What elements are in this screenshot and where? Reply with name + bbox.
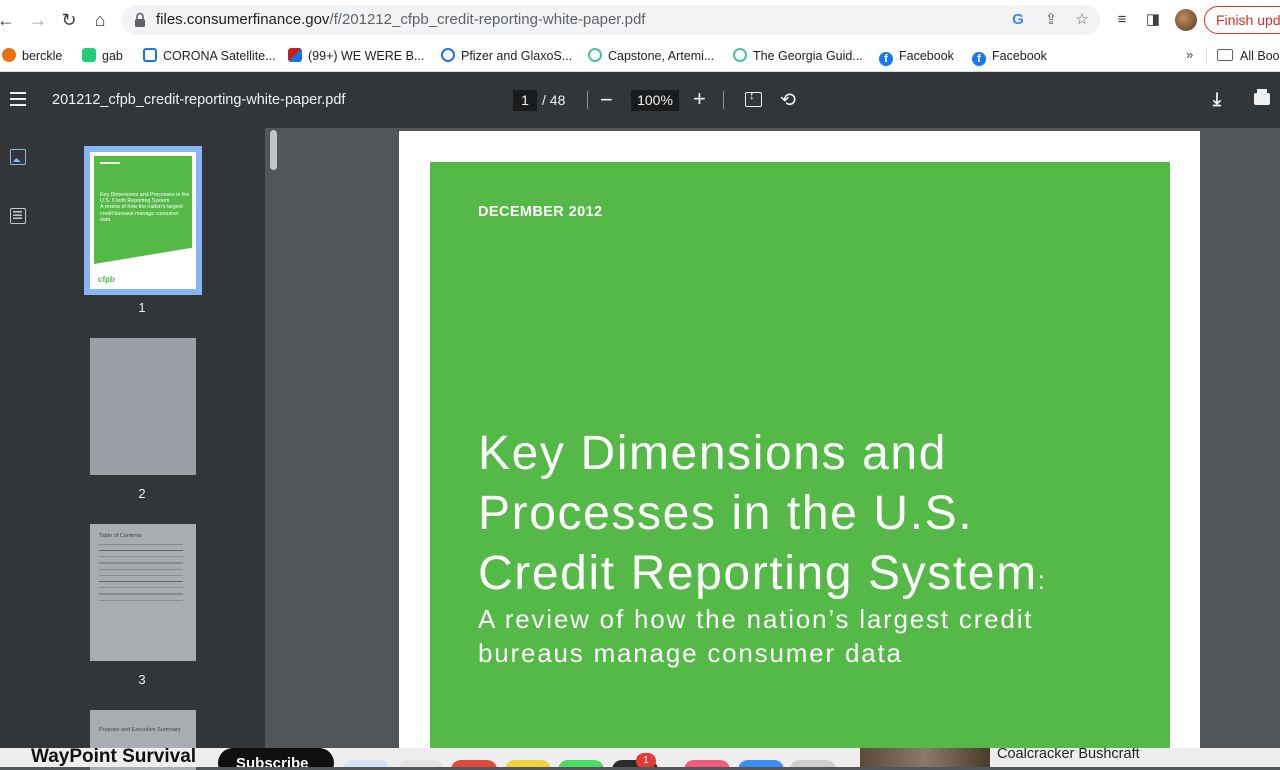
toolbar-divider xyxy=(723,91,724,109)
fit-to-page-icon[interactable] xyxy=(745,90,762,107)
thumbnail-toc-lines xyxy=(99,544,183,604)
page-thumbnail-2[interactable] xyxy=(90,338,196,475)
bookmark-we-were[interactable]: (99+) WE WERE B... xyxy=(288,47,424,65)
star-icon[interactable]: ☆ xyxy=(1072,10,1092,30)
side-panel-icon[interactable]: ◨ xyxy=(1143,10,1163,30)
bookmark-berckle[interactable]: berckle xyxy=(2,47,62,65)
bookmark-facebook-2[interactable]: f Facebook xyxy=(972,47,1047,66)
cover-subtitle-line: A review of how the nation’s largest cre… xyxy=(478,604,1034,634)
corona-icon xyxy=(143,48,157,62)
home-icon[interactable]: ⌂ xyxy=(88,8,112,32)
video-thumbnail[interactable] xyxy=(860,748,990,767)
zoom-input[interactable]: 100% xyxy=(631,90,679,111)
reading-list-icon[interactable]: ≡ xyxy=(1112,10,1132,30)
bookmark-georgia-guide[interactable]: The Georgia Guid... xyxy=(733,47,863,65)
document-outline-icon[interactable] xyxy=(10,208,26,224)
google-translate-icon[interactable]: G xyxy=(1008,10,1028,30)
capstone-icon xyxy=(588,48,602,62)
dock-app-icon[interactable] xyxy=(505,760,551,767)
thumbnail-date-line xyxy=(100,162,120,164)
dock-app-icon[interactable] xyxy=(738,760,784,767)
cover-title-line: Key Dimensions and xyxy=(478,427,948,480)
georgia-guide-icon xyxy=(733,48,747,62)
lock-icon xyxy=(135,12,145,27)
bottom-overlay: WayPoint Survival Subscribe 1 Coalcracke… xyxy=(0,748,1280,767)
print-icon[interactable] xyxy=(1254,89,1270,105)
bookmark-pfizer[interactable]: Pfizer and GlaxoS... xyxy=(441,47,572,65)
cover-title: Key Dimensions and Processes in the U.S.… xyxy=(478,424,1047,610)
page-thumbnail-1[interactable]: Key Dimensions and Processes in the U.S.… xyxy=(90,152,196,289)
pfizer-icon xyxy=(441,48,455,62)
back-arrow-icon[interactable]: ← xyxy=(0,8,18,32)
zoom-in-icon[interactable]: + xyxy=(693,86,706,112)
url-text: files.consumerfinance.gov/f/201212_cfpb_… xyxy=(156,11,646,28)
thumbnail-sidebar: Key Dimensions and Processes in the U.S.… xyxy=(0,128,265,770)
document-title: 201212_cfpb_credit-reporting-white-paper… xyxy=(52,92,346,108)
thumbnail-view-icon[interactable] xyxy=(10,149,26,165)
subscribe-button[interactable]: Subscribe xyxy=(218,748,334,767)
thumbnail-number: 3 xyxy=(138,672,146,687)
finish-update-button[interactable]: Finish upda xyxy=(1204,6,1280,34)
zoom-out-icon[interactable]: − xyxy=(600,87,613,113)
bookmark-facebook-1[interactable]: f Facebook xyxy=(879,47,954,66)
pdf-toolbar: 201212_cfpb_credit-reporting-white-paper… xyxy=(0,72,1280,128)
thumbnail-summary-title: Purpose and Executive Summary xyxy=(99,727,181,733)
dock-app-icon[interactable] xyxy=(790,760,836,767)
berckle-icon xyxy=(2,48,16,62)
flag-icon xyxy=(288,48,302,62)
cover-subtitle-line: bureaus manage consumer data xyxy=(478,638,903,668)
thumbnail-title: Key Dimensions and Processes in the U.S.… xyxy=(100,192,190,223)
sidebar-tools xyxy=(0,128,36,767)
address-bar[interactable]: files.consumerfinance.gov/f/201212_cfpb_… xyxy=(122,5,1100,35)
gab-icon xyxy=(82,48,96,62)
facebook-icon: f xyxy=(879,52,893,66)
pdf-page: DECEMBER 2012 Key Dimensions and Process… xyxy=(399,131,1200,767)
notification-badge: 1 xyxy=(636,753,656,767)
cover-date: DECEMBER 2012 xyxy=(478,204,603,220)
facebook-icon: f xyxy=(972,52,986,66)
thumbnail-number: 1 xyxy=(138,300,146,315)
page-number-input[interactable]: 1 xyxy=(513,90,537,111)
toolbar-divider xyxy=(587,91,588,109)
dock-app-icon[interactable] xyxy=(558,760,604,767)
cover-subtitle: A review of how the nation’s largest cre… xyxy=(478,602,1033,670)
page-thumbnail-3[interactable]: Table of Contents xyxy=(90,524,196,661)
thumbnail-toc-title: Table of Contents xyxy=(99,533,142,539)
sidebar-scrollbar[interactable] xyxy=(270,130,277,170)
folder-icon xyxy=(1217,49,1233,61)
download-icon[interactable]: ⤓ xyxy=(1213,89,1221,110)
channel-name-2[interactable]: Coalcracker Bushcraft xyxy=(997,748,1140,762)
bookmarks-bar: berckle gab CORONA Satellite... (99+) WE… xyxy=(0,40,1280,72)
bookmark-capstone[interactable]: Capstone, Artemi... xyxy=(588,47,714,65)
page-total: / 48 xyxy=(542,92,566,108)
bookmark-gab[interactable]: gab xyxy=(82,47,123,65)
avatar[interactable] xyxy=(1175,9,1197,31)
share-icon[interactable]: ⇪ xyxy=(1041,10,1061,30)
browser-toolbar: ← → ↻ ⌂ files.consumerfinance.gov/f/2012… xyxy=(0,0,1280,40)
cover-panel: DECEMBER 2012 Key Dimensions and Process… xyxy=(430,162,1170,767)
all-bookmarks-button[interactable]: All Boo xyxy=(1217,47,1280,65)
rotate-icon[interactable]: ⟲ xyxy=(780,89,796,112)
cover-title-line: Processes in the U.S. xyxy=(478,487,974,540)
cfpb-logo: cfpb xyxy=(98,275,115,284)
dock-app-icon[interactable] xyxy=(398,760,444,767)
cover-title-line: Credit Reporting System: xyxy=(478,547,1047,600)
bookmarks-divider xyxy=(1206,48,1207,64)
forward-arrow-icon[interactable]: → xyxy=(26,8,50,32)
dock-app-icon[interactable] xyxy=(451,760,497,767)
menu-icon[interactable] xyxy=(10,92,26,106)
reload-icon[interactable]: ↻ xyxy=(57,8,81,32)
dock-app-icon[interactable] xyxy=(684,760,730,767)
bookmark-corona-satellite[interactable]: CORONA Satellite... xyxy=(143,47,276,65)
more-bookmarks-button[interactable]: » xyxy=(1186,47,1193,62)
thumbnail-number: 2 xyxy=(138,486,146,501)
dock-app-icon[interactable] xyxy=(343,760,389,767)
channel-name[interactable]: WayPoint Survival xyxy=(31,748,196,767)
